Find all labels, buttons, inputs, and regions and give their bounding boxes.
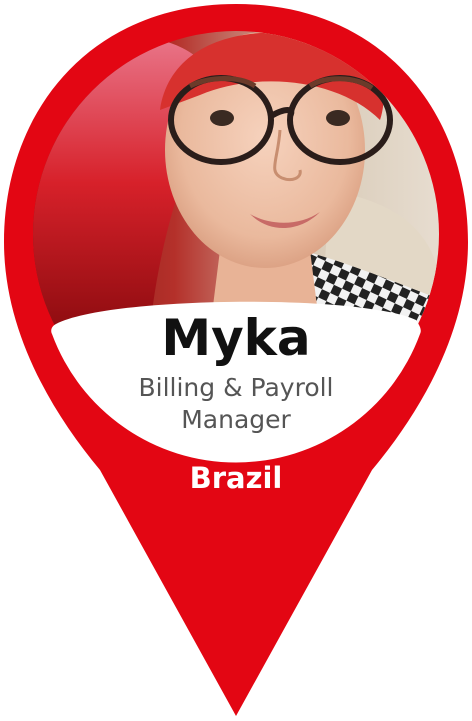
person-name: Myka [161, 309, 311, 367]
country-label: Brazil [189, 461, 283, 495]
profile-pin-card: Myka Billing & Payroll Manager Brazil [0, 0, 472, 721]
job-title-line-1: Billing & Payroll [138, 373, 334, 402]
job-title-line-2: Manager [181, 405, 291, 434]
job-title: Billing & Payroll Manager [0, 372, 472, 436]
